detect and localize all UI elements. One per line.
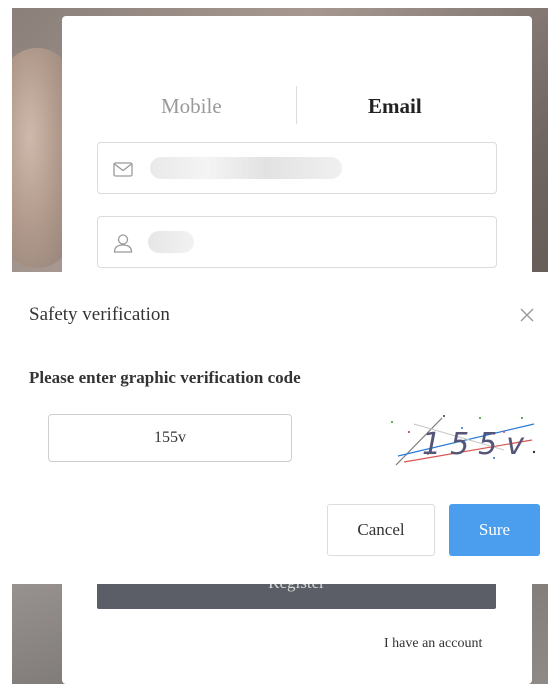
tab-mobile[interactable]: Mobile	[161, 86, 222, 126]
email-value-redacted	[150, 157, 342, 179]
close-icon[interactable]	[518, 306, 536, 324]
email-field[interactable]	[97, 142, 497, 194]
safety-verification-dialog: Safety verification Please enter graphic…	[12, 272, 548, 584]
verification-code-input[interactable]	[48, 414, 292, 462]
dialog-prompt: Please enter graphic verification code	[29, 368, 301, 387]
username-value-redacted	[148, 231, 194, 253]
user-icon	[113, 234, 133, 253]
sure-button[interactable]: Sure	[449, 504, 540, 556]
envelope-icon	[113, 162, 133, 177]
captcha-image[interactable]: 155v	[384, 410, 542, 468]
tab-email[interactable]: Email	[368, 86, 422, 126]
username-field[interactable]	[97, 216, 497, 268]
login-tabs: Mobile Email	[62, 86, 532, 126]
captcha-text: 155v	[422, 427, 533, 462]
cancel-button[interactable]: Cancel	[327, 504, 435, 556]
tab-divider	[296, 86, 297, 124]
have-account-link[interactable]: I have an account	[384, 636, 482, 652]
dialog-title: Safety verification	[29, 304, 170, 325]
